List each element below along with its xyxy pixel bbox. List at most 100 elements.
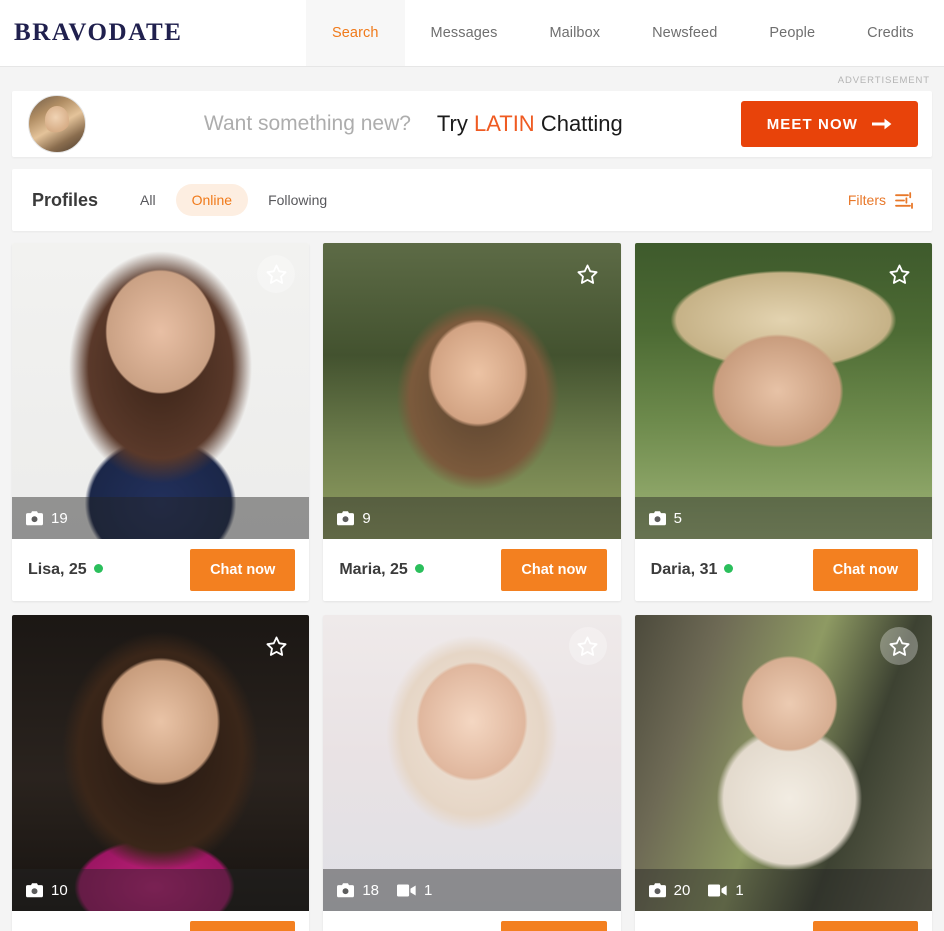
- profile-photo[interactable]: 9: [323, 243, 621, 539]
- photo-count-badge: 20: [648, 881, 691, 899]
- filters-button[interactable]: Filters: [847, 191, 914, 209]
- profile-name-age: Daria, 31: [650, 561, 718, 578]
- photo-count-badge: 19: [26, 510, 68, 527]
- photo-count-badge: 5: [648, 510, 682, 527]
- photo-count: 20: [673, 881, 691, 899]
- video-count-badge: 1: [397, 882, 432, 899]
- profile-photo[interactable]: 18 1: [323, 615, 621, 911]
- photo-count-badge: 18: [337, 882, 379, 899]
- profiles-bar: Profiles All Online Following Filters: [12, 169, 932, 231]
- chat-now-button[interactable]: Chat now: [190, 921, 296, 931]
- profile-card[interactable]: 10 Chat now: [12, 615, 310, 931]
- favorite-star-button[interactable]: [880, 255, 918, 293]
- video-count: 1: [424, 881, 433, 899]
- profile-card[interactable]: 9 Maria, 25 Chat now: [323, 243, 621, 601]
- profile-photo[interactable]: 19: [12, 243, 310, 539]
- advertisement-label: ADVERTISEMENT: [837, 75, 930, 86]
- nav-item-search[interactable]: Search: [306, 0, 405, 66]
- star-outline-icon: [266, 636, 287, 656]
- advertisement-headline: Try LATIN Chatting: [437, 111, 623, 137]
- nav-item-mailbox[interactable]: Mailbox: [523, 0, 626, 66]
- nav-item-newsfeed[interactable]: Newsfeed: [626, 0, 743, 66]
- photo-count-badge: 10: [26, 882, 68, 899]
- star-outline-icon: [888, 264, 910, 284]
- chat-now-button[interactable]: Chat now: [812, 921, 918, 931]
- tab-following[interactable]: Following: [252, 184, 343, 216]
- favorite-star-button[interactable]: [880, 627, 918, 665]
- media-badges: 5: [634, 497, 932, 539]
- profile-name-age-wrap: Lisa, 25: [28, 561, 103, 579]
- profile-meta: Daria, 31 Chat now: [635, 539, 932, 601]
- nav-item-credits[interactable]: Credits: [841, 0, 940, 66]
- chat-now-button[interactable]: Chat now: [501, 549, 607, 591]
- profile-card[interactable]: 5 Daria, 31 Chat now: [634, 243, 932, 601]
- video-icon: [708, 884, 727, 896]
- nav-label: People: [769, 25, 816, 41]
- media-badges: 10: [12, 869, 310, 911]
- headline-post: Chatting: [534, 111, 623, 136]
- video-count: 1: [735, 881, 744, 899]
- arrow-right-icon: [872, 118, 892, 130]
- nav-label: Mailbox: [549, 25, 601, 41]
- profile-name-age: Maria, 25: [339, 561, 408, 578]
- headline-pre: Try: [436, 111, 474, 136]
- page-title: Profiles: [32, 189, 99, 210]
- online-status-dot: [93, 564, 103, 573]
- camera-icon: [26, 882, 43, 897]
- chat-now-label: Chat now: [832, 562, 898, 578]
- meet-now-label: MEET NOW: [766, 115, 858, 133]
- profile-card[interactable]: 20 1 Chat now: [634, 615, 932, 931]
- favorite-star-button[interactable]: [569, 255, 607, 293]
- profile-meta: Lisa, 25 Chat now: [12, 539, 309, 601]
- favorite-star-button[interactable]: [568, 627, 607, 665]
- nav-item-people[interactable]: People: [743, 0, 841, 66]
- profile-card[interactable]: 19 Lisa, 25 Chat now: [12, 243, 310, 601]
- site-header: BRAVODATE Search Messages Mailbox Newsfe…: [0, 0, 944, 67]
- star-outline-icon: [888, 636, 910, 656]
- star-outline-icon: [266, 264, 287, 284]
- photo-count: 18: [362, 881, 380, 899]
- profile-photo[interactable]: 5: [634, 243, 932, 539]
- advertisement-avatar: [28, 95, 86, 153]
- profile-meta: Maria, 25 Chat now: [323, 539, 620, 601]
- advertisement-zone: ADVERTISEMENT Want something new? Try LA…: [0, 67, 944, 157]
- nav-label: Credits: [867, 25, 914, 41]
- profile-card[interactable]: 18 1 Chat now: [323, 615, 621, 931]
- nav-item-messages[interactable]: Messages: [405, 0, 524, 66]
- tab-label: All: [140, 192, 156, 208]
- profile-meta: Chat now: [12, 911, 309, 931]
- nav-label: Messages: [430, 25, 498, 41]
- meet-now-button[interactable]: MEET NOW: [740, 101, 918, 147]
- filters-label: Filters: [847, 192, 886, 208]
- star-outline-icon: [577, 264, 598, 284]
- tab-online[interactable]: Online: [175, 184, 249, 216]
- tab-all[interactable]: All: [124, 184, 172, 216]
- profile-photo[interactable]: 10: [12, 615, 310, 911]
- main-nav: Search Messages Mailbox Newsfeed People …: [306, 0, 944, 66]
- camera-icon: [648, 510, 666, 525]
- profile-name-age-wrap: Daria, 31: [651, 561, 734, 579]
- nav-label: Search: [332, 25, 379, 41]
- media-badges: 18 1: [323, 869, 621, 911]
- tab-label: Following: [268, 192, 328, 208]
- photo-count: 9: [362, 509, 371, 527]
- media-badges: 9: [323, 497, 621, 539]
- advertisement-banner[interactable]: Want something new? Try LATIN Chatting M…: [12, 91, 932, 157]
- chat-now-button[interactable]: Chat now: [190, 549, 296, 591]
- online-status-dot: [414, 564, 424, 573]
- chat-now-label: Chat now: [521, 562, 587, 578]
- camera-icon: [648, 882, 666, 897]
- profile-name-age: Lisa, 25: [28, 561, 87, 578]
- profile-photo[interactable]: 20 1: [634, 615, 932, 911]
- advertisement-question: Want something new?: [203, 112, 411, 135]
- headline-highlight: LATIN: [473, 111, 535, 136]
- photo-count-badge: 9: [337, 509, 371, 527]
- chat-now-label: Chat now: [210, 562, 276, 578]
- logo[interactable]: BRAVODATE: [0, 0, 306, 66]
- advertisement-text: Want something new? Try LATIN Chatting: [86, 111, 741, 137]
- chat-now-button[interactable]: Chat now: [501, 921, 607, 931]
- photo-count: 10: [51, 881, 68, 899]
- online-status-dot: [724, 564, 734, 573]
- profile-meta: Chat now: [323, 911, 620, 931]
- chat-now-button[interactable]: Chat now: [812, 549, 918, 591]
